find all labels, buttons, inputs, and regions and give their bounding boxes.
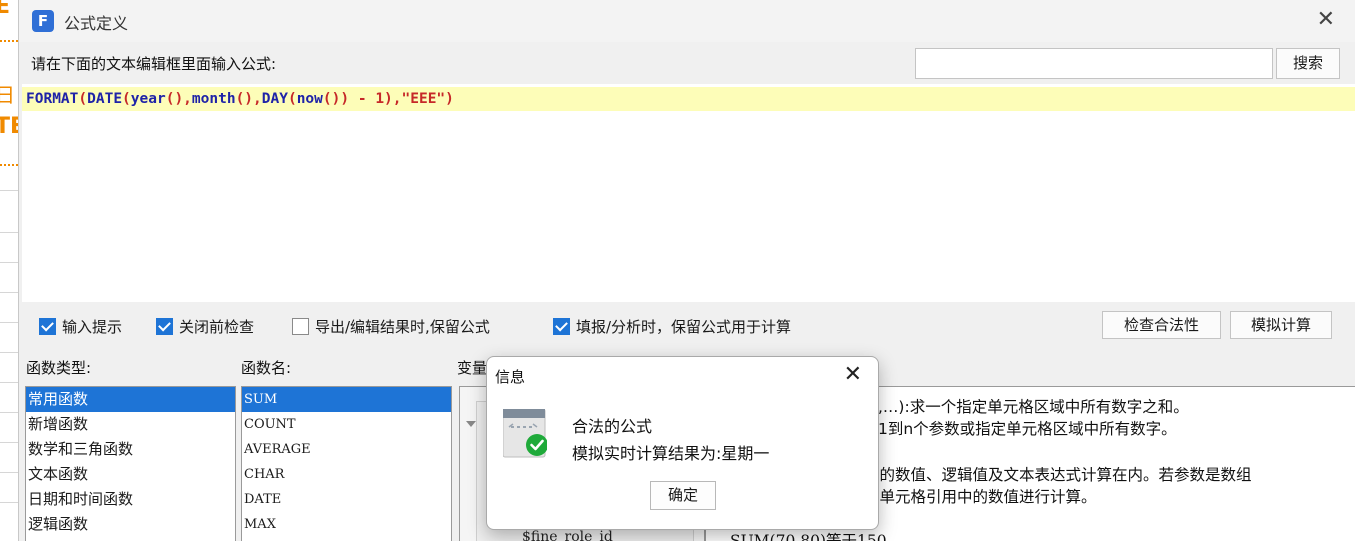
app-logo-icon: F (32, 10, 54, 32)
background-gridline (0, 232, 20, 233)
function-name-item[interactable]: DATE (242, 487, 451, 512)
background-gridline (0, 472, 20, 473)
info-popup: 信息 ✕ 合法的公式 模拟实时计算结果为:星期一 确定 (486, 356, 879, 530)
background-gridline (0, 322, 20, 323)
popup-message: 合法的公式 (572, 417, 653, 436)
option-keep-formula-export[interactable]: 导出/编辑结果时,保留公式 (292, 314, 490, 338)
function-type-item[interactable]: 日期和时间函数 (26, 487, 235, 512)
description-line: SUM(70,80)等于150。 (730, 532, 903, 541)
popup-close-icon[interactable]: ✕ (844, 361, 862, 389)
function-name-item[interactable]: MAX (242, 512, 451, 537)
popup-title: 信息 (495, 368, 526, 386)
checkbox[interactable] (156, 317, 173, 335)
function-type-label: 函数类型: (26, 359, 92, 377)
formula-text[interactable]: FORMAT(DATE(year(),month(),DAY(now()) - … (26, 88, 454, 110)
function-name-list[interactable]: SUM COUNT AVERAGE CHAR DATE MAX (241, 386, 452, 541)
description-line: ,…):求一个指定单元格区域中所有数字之和。 (878, 398, 1189, 416)
background-gridline (0, 412, 20, 413)
background-sheet: E 日 TE (0, 0, 20, 541)
function-type-item[interactable]: 数学和三角函数 (26, 437, 235, 462)
popup-result: 模拟实时计算结果为:星期一 (572, 444, 770, 463)
option-label: 输入提示 (62, 317, 123, 336)
expand-triangle-icon[interactable] (466, 421, 476, 427)
function-type-item[interactable]: 文本函数 (26, 462, 235, 487)
background-gridline (0, 502, 20, 503)
dialog-title: 公式定义 (64, 14, 129, 33)
background-glyph: E (0, 0, 11, 19)
function-name-item[interactable]: CHAR (242, 462, 451, 487)
function-name-item[interactable]: COUNT (242, 412, 451, 437)
function-type-list[interactable]: 常用函数 新增函数 数学和三角函数 文本函数 日期和时间函数 逻辑函数 (25, 386, 236, 541)
title-bar[interactable]: F 公式定义 ✕ (19, 0, 1355, 42)
background-gridline (0, 190, 20, 191)
search-input[interactable] (915, 48, 1273, 79)
checkbox[interactable] (39, 317, 56, 335)
close-icon[interactable]: ✕ (1317, 6, 1335, 34)
background-dotted-line (0, 164, 18, 166)
simulate-calculation-button[interactable]: 模拟计算 (1230, 311, 1332, 339)
valid-formula-icon (503, 409, 547, 458)
function-type-item[interactable]: 逻辑函数 (26, 512, 235, 537)
background-gridline (0, 442, 20, 443)
checkbox[interactable] (553, 317, 570, 335)
function-name-label: 函数名: (241, 359, 292, 377)
function-type-item[interactable]: 新增函数 (26, 412, 235, 437)
formula-editor[interactable]: FORMAT(DATE(year(),month(),DAY(now()) - … (22, 84, 1355, 302)
variable-label: 变量 (457, 359, 488, 377)
check-validity-button[interactable]: 检查合法性 (1102, 311, 1221, 339)
function-name-item[interactable]: SUM (242, 387, 451, 412)
option-check-before-close[interactable]: 关闭前检查 (156, 314, 254, 338)
background-glyph: TE (0, 114, 20, 139)
search-button[interactable]: 搜索 (1276, 48, 1340, 79)
editor-prompt: 请在下面的文本编辑框里面输入公式: (31, 55, 277, 73)
background-gridline (0, 352, 20, 353)
function-name-item[interactable]: AVERAGE (242, 437, 451, 462)
background-gridline (0, 262, 20, 263)
description-line: 1到n个参数或指定单元格区域中所有数字。 (878, 420, 1177, 438)
checkbox[interactable] (292, 317, 309, 335)
option-label: 关闭前检查 (179, 317, 255, 336)
option-label: 填报/分析时，保留公式用于计算 (576, 317, 792, 336)
option-label: 导出/编辑结果时,保留公式 (315, 317, 490, 336)
background-gridline (0, 382, 20, 383)
option-keep-formula-fill[interactable]: 填报/分析时，保留公式用于计算 (553, 314, 791, 338)
option-input-hint[interactable]: 输入提示 (39, 314, 122, 338)
background-dotted-line (0, 40, 18, 42)
background-glyph: 日 (0, 83, 15, 107)
background-gridline (0, 292, 20, 293)
description-line: 中的数值、逻辑值及文本表达式计算在内。若参数是数组 (864, 466, 1252, 484)
function-type-item[interactable]: 常用函数 (26, 387, 235, 412)
description-line: 或单元格引用中的数值进行计算。 (864, 488, 1097, 506)
variable-item[interactable]: $fine_role_id (522, 529, 613, 541)
ok-button[interactable]: 确定 (650, 481, 716, 510)
